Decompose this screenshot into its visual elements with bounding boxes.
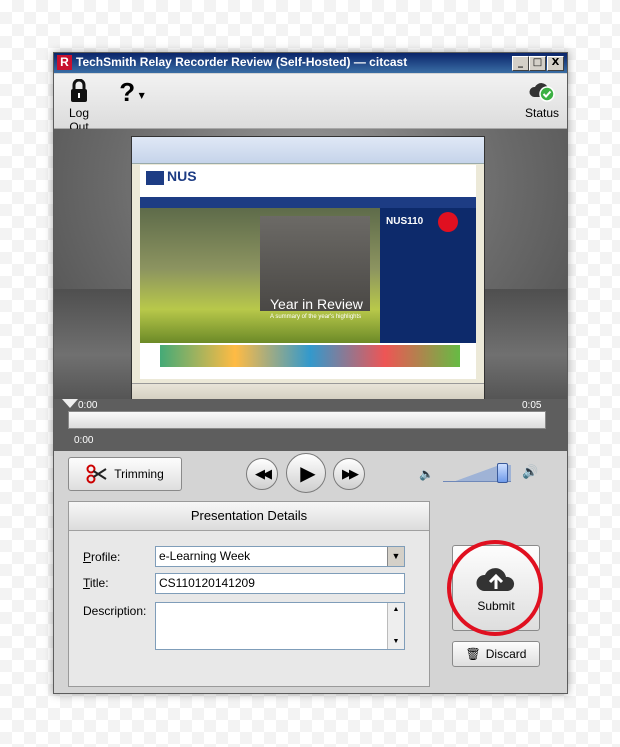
app-logo-icon: R bbox=[57, 55, 72, 70]
chevron-down-icon: ▼ bbox=[138, 91, 145, 100]
panel-header: Presentation Details bbox=[69, 502, 429, 531]
profile-label-text: rofile: bbox=[91, 550, 121, 564]
rewind-button[interactable]: ◀◀ bbox=[246, 458, 278, 490]
profile-label: Profile: bbox=[83, 550, 121, 564]
web-page: NUS Year in Review A summary of the year… bbox=[140, 165, 476, 379]
trimming-label: Trimming bbox=[114, 467, 164, 481]
badge-text: NUS110 bbox=[386, 216, 424, 227]
recorded-screen-thumbnail: NUS Year in Review A summary of the year… bbox=[131, 136, 485, 406]
rewind-icon: ◀◀ bbox=[255, 466, 272, 482]
scroll-down-icon[interactable]: ▼ bbox=[388, 635, 404, 649]
logout-button[interactable]: Log Out bbox=[58, 78, 100, 134]
toolbar: Log Out ? ▼ Status bbox=[54, 74, 567, 134]
timeline-end-marker: 0:05 bbox=[522, 400, 542, 411]
presentation-details-panel: Presentation Details Profile: e-Learning… bbox=[68, 501, 430, 687]
banner-title: Year in Review bbox=[270, 296, 363, 312]
site-logo: NUS bbox=[167, 168, 197, 184]
window-title: TechSmith Relay Recorder Review (Self-Ho… bbox=[76, 55, 408, 69]
profile-select[interactable]: e-Learning Week ▼ bbox=[155, 546, 405, 567]
scroll-up-icon[interactable]: ▲ bbox=[388, 603, 404, 617]
chevron-down-icon[interactable]: ▼ bbox=[387, 547, 404, 566]
volume-low-icon: 🔈 bbox=[419, 467, 434, 481]
highlight-circle bbox=[447, 540, 543, 636]
scissors-icon bbox=[86, 464, 107, 484]
minimize-button[interactable]: _ bbox=[512, 56, 529, 71]
playback-controls: Trimming ◀◀ ▶ ▶▶ 🔈 🔊 bbox=[54, 451, 567, 501]
current-time: 0:00 bbox=[74, 435, 94, 446]
maximize-button[interactable]: □ bbox=[529, 56, 546, 71]
video-preview: NUS Year in Review A summary of the year… bbox=[54, 129, 567, 406]
trash-icon: 🗑 bbox=[465, 647, 481, 661]
fast-forward-button[interactable]: ▶▶ bbox=[333, 458, 365, 490]
title-value: CS110120141209 bbox=[159, 576, 255, 590]
title-label-text: itle: bbox=[89, 576, 109, 590]
discard-label: Discard bbox=[485, 647, 527, 661]
volume-thumb[interactable] bbox=[496, 463, 508, 483]
hero-image: Year in Review A summary of the year's h… bbox=[140, 208, 380, 343]
playhead-handle[interactable] bbox=[62, 399, 78, 408]
volume-high-icon: 🔊 bbox=[522, 465, 539, 480]
browser-chrome bbox=[132, 137, 484, 164]
help-button[interactable]: ? ▼ bbox=[114, 77, 150, 108]
discard-button[interactable]: 🗑 Discard bbox=[452, 641, 540, 667]
timeline: 0:00 0:05 0:00 bbox=[54, 399, 567, 451]
close-button[interactable]: X bbox=[547, 56, 564, 71]
status-button[interactable]: Status bbox=[522, 79, 562, 120]
help-icon: ? bbox=[119, 77, 136, 107]
title-label: Title: bbox=[83, 576, 109, 590]
title-input[interactable]: CS110120141209 bbox=[155, 573, 405, 594]
profile-value: e-Learning Week bbox=[159, 549, 251, 563]
description-textarea[interactable]: ▲ ▼ bbox=[155, 602, 405, 650]
nus-crest-icon bbox=[146, 171, 164, 185]
play-button[interactable]: ▶ bbox=[286, 453, 326, 493]
fast-forward-icon: ▶▶ bbox=[342, 466, 359, 482]
timeline-start-marker: 0:00 bbox=[78, 400, 98, 411]
badge-circle-icon bbox=[438, 212, 458, 232]
recorder-review-window: R TechSmith Relay Recorder Review (Self-… bbox=[53, 52, 568, 694]
trimming-button[interactable]: Trimming bbox=[68, 457, 182, 491]
play-icon: ▶ bbox=[300, 461, 316, 485]
timeline-track[interactable] bbox=[68, 411, 546, 429]
cloud-status-icon bbox=[529, 83, 555, 102]
side-panel: NUS110 bbox=[380, 208, 476, 343]
thumbnail-strip bbox=[160, 345, 460, 367]
description-label: Description: bbox=[83, 604, 147, 618]
banner-subtitle: A summary of the year's highlights bbox=[270, 314, 362, 320]
status-label: Status bbox=[524, 106, 560, 120]
site-nav-bar bbox=[140, 197, 476, 208]
lock-icon bbox=[71, 78, 87, 102]
description-scrollbar[interactable]: ▲ ▼ bbox=[387, 603, 404, 649]
title-bar[interactable]: R TechSmith Relay Recorder Review (Self-… bbox=[54, 53, 567, 73]
